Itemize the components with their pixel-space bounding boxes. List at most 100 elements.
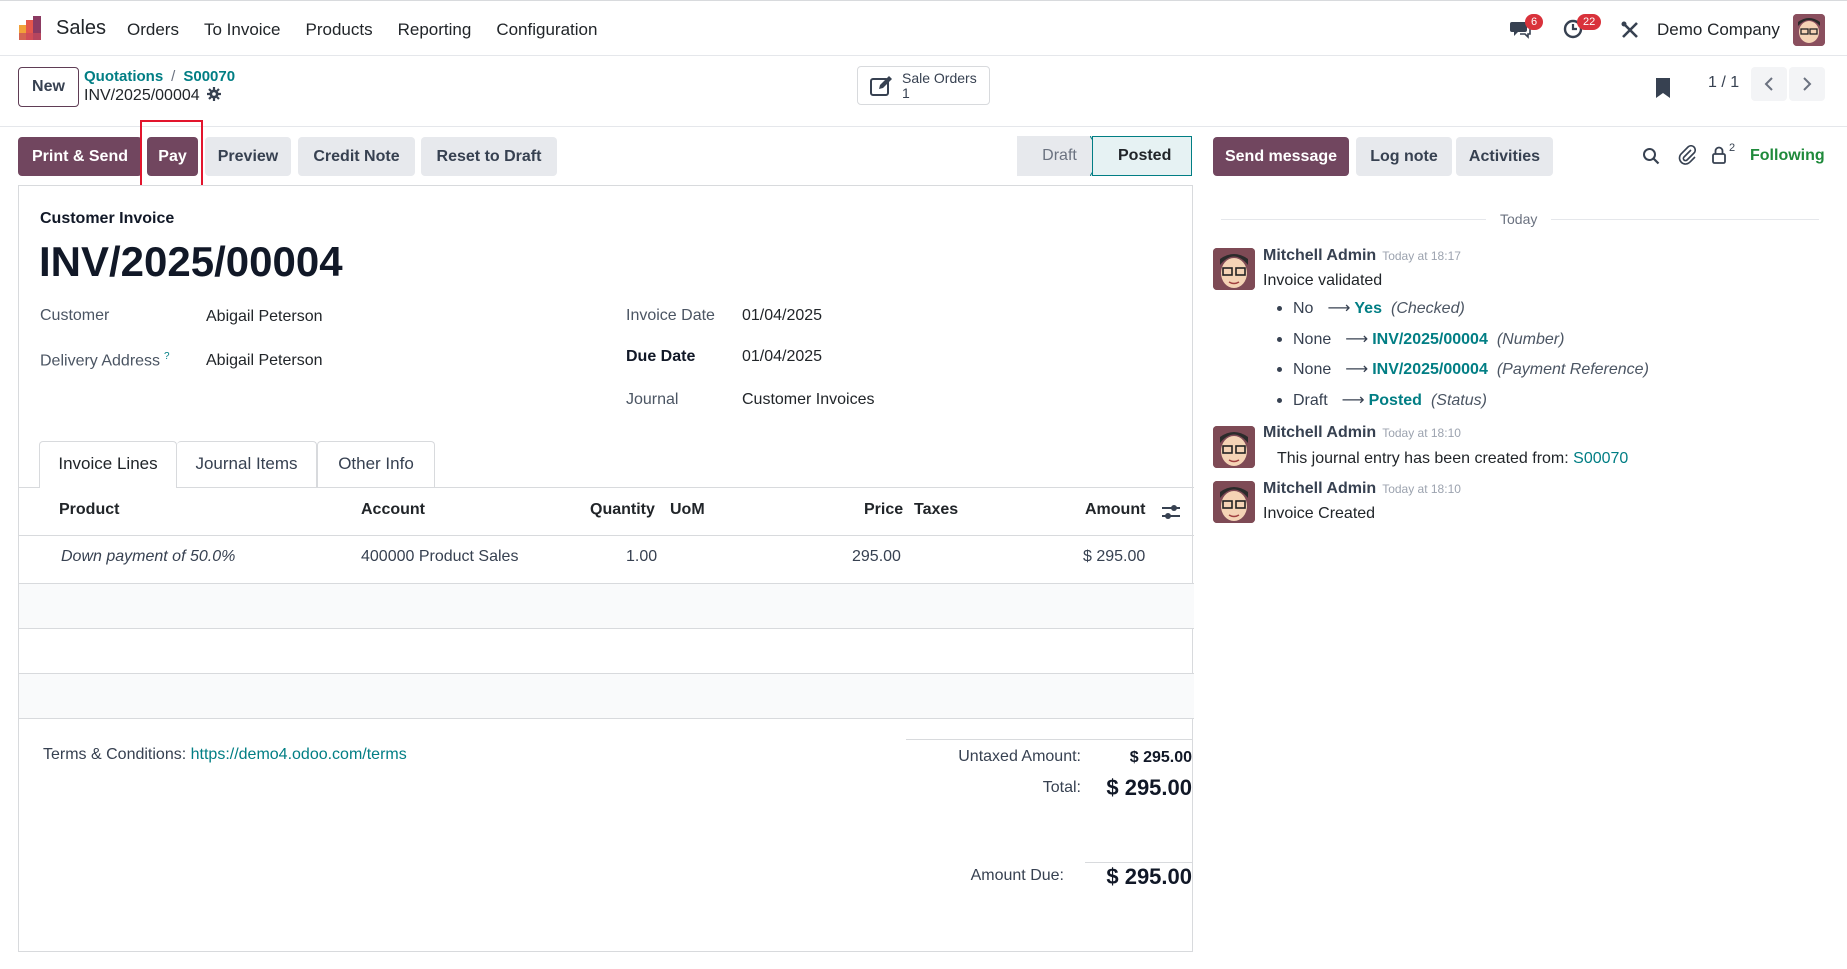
column-account[interactable]: Account xyxy=(361,501,425,519)
delivery-address-text: Delivery Address xyxy=(40,352,161,370)
log-note-button[interactable]: Log note xyxy=(1356,137,1452,176)
tracking-field: (Checked) xyxy=(1390,300,1465,317)
cell-account[interactable]: 400000 Product Sales xyxy=(361,548,518,566)
pager-previous[interactable] xyxy=(1751,67,1787,101)
breadcrumb-separator: / xyxy=(171,68,176,85)
top-navbar: Sales Orders To Invoice Products Reporti… xyxy=(0,0,1847,56)
arrow-right-icon: ⟶ xyxy=(1327,300,1351,317)
tracking-old: None xyxy=(1293,331,1332,348)
message-body: This journal entry has been created from… xyxy=(1277,450,1628,468)
help-tooltip-icon[interactable]: ? xyxy=(164,351,170,362)
date-divider-right xyxy=(1551,219,1819,220)
tracking-item: No ⟶ Yes (Checked) xyxy=(1277,298,1465,318)
journal-field[interactable]: Customer Invoices xyxy=(742,391,875,409)
message-body: Invoice Created xyxy=(1263,505,1376,522)
message-time: Today at 18:10 xyxy=(1382,426,1461,440)
bullet xyxy=(1277,337,1282,343)
preview-button[interactable]: Preview xyxy=(205,137,291,176)
app-name[interactable]: Sales xyxy=(56,17,106,40)
search-icon[interactable] xyxy=(1642,147,1660,165)
following-button[interactable]: Following xyxy=(1750,147,1825,165)
customer-field[interactable]: Abigail Peterson xyxy=(206,308,323,326)
menu-to-invoice[interactable]: To Invoice xyxy=(204,20,281,40)
menu-configuration[interactable]: Configuration xyxy=(496,20,597,40)
cell-price[interactable]: 295.00 xyxy=(852,548,901,566)
invoice-date-field[interactable]: 01/04/2025 xyxy=(742,307,822,325)
tab-journal-items[interactable]: Journal Items xyxy=(177,441,317,487)
pager-value[interactable]: 1 / 1 xyxy=(1708,74,1739,92)
empty-row xyxy=(19,584,1194,628)
author-name[interactable]: Mitchell Admin xyxy=(1263,424,1376,441)
column-product[interactable]: Product xyxy=(59,501,119,519)
message-author: Mitchell Admin Today at 18:10 xyxy=(1263,480,1461,498)
empty-row xyxy=(19,674,1194,718)
tracking-new: Posted xyxy=(1368,392,1422,409)
delivery-address-field[interactable]: Abigail Peterson xyxy=(206,352,323,370)
new-button[interactable]: New xyxy=(18,67,79,107)
sale-orders-smart-button[interactable]: Sale Orders 1 xyxy=(857,66,990,105)
bullet xyxy=(1277,367,1282,373)
tracking-item: None ⟶ INV/2025/00004 (Number) xyxy=(1277,329,1564,349)
row-divider xyxy=(19,628,1194,629)
avatar[interactable] xyxy=(1213,248,1255,290)
message-body: Invoice validated xyxy=(1263,272,1383,289)
company-switcher[interactable]: Demo Company xyxy=(1657,20,1780,40)
status-posted[interactable]: Posted xyxy=(1092,136,1192,176)
column-uom[interactable]: UoM xyxy=(670,501,705,519)
messages-badge: 6 xyxy=(1525,14,1544,30)
bullet xyxy=(1277,306,1282,312)
due-date-field[interactable]: 01/04/2025 xyxy=(742,348,822,366)
amount-due-value: $ 295.00 xyxy=(1106,864,1192,889)
avatar[interactable] xyxy=(1213,481,1255,523)
lock-icon[interactable] xyxy=(1712,146,1726,164)
menu-products[interactable]: Products xyxy=(306,20,373,40)
sales-app-icon[interactable] xyxy=(18,15,44,41)
bookmark-icon[interactable] xyxy=(1655,77,1673,99)
message-time: Today at 18:10 xyxy=(1382,482,1461,496)
reset-to-draft-button[interactable]: Reset to Draft xyxy=(421,137,557,176)
activities-button[interactable]: Activities xyxy=(1456,137,1553,176)
menu-orders[interactable]: Orders xyxy=(127,20,179,40)
column-quantity[interactable]: Quantity xyxy=(590,501,655,519)
print-send-button[interactable]: Print & Send xyxy=(18,137,142,176)
debug-tools-icon[interactable] xyxy=(1620,20,1640,40)
column-price[interactable]: Price xyxy=(864,501,903,519)
chevron-right-icon xyxy=(1803,77,1812,91)
journal-label: Journal xyxy=(626,391,679,408)
tab-invoice-lines[interactable]: Invoice Lines xyxy=(39,441,177,488)
untaxed-amount-value: $ 295.00 xyxy=(1129,749,1192,766)
due-date-label: Due Date xyxy=(626,348,696,365)
breadcrumb-quotations[interactable]: Quotations xyxy=(84,68,163,85)
invoice-date-label: Invoice Date xyxy=(626,307,715,324)
message-time: Today at 18:17 xyxy=(1382,249,1461,263)
record-name: INV/2025/00004 xyxy=(84,87,200,104)
send-message-button[interactable]: Send message xyxy=(1213,137,1349,176)
column-amount[interactable]: Amount xyxy=(1085,501,1145,519)
credit-note-button[interactable]: Credit Note xyxy=(298,137,415,176)
menu-reporting[interactable]: Reporting xyxy=(398,20,472,40)
tracking-field: (Status) xyxy=(1430,392,1487,409)
status-draft[interactable]: Draft xyxy=(1017,136,1092,176)
optional-columns-icon[interactable] xyxy=(1162,504,1180,520)
column-taxes[interactable]: Taxes xyxy=(914,501,958,519)
untaxed-amount-label: Untaxed Amount: xyxy=(958,748,1081,765)
breadcrumb-order[interactable]: S00070 xyxy=(183,68,235,85)
message-author: Mitchell Admin Today at 18:10 xyxy=(1263,424,1461,442)
gear-icon[interactable] xyxy=(207,87,222,101)
message-link[interactable]: S00070 xyxy=(1573,450,1628,467)
cell-amount[interactable]: $ 295.00 xyxy=(1083,548,1145,566)
cell-product[interactable]: Down payment of 50.0% xyxy=(61,548,235,566)
followers-count[interactable]: 2 xyxy=(1729,142,1735,154)
chevron-left-icon xyxy=(1764,77,1773,91)
tracking-item: None ⟶ INV/2025/00004 (Payment Reference) xyxy=(1277,359,1649,379)
user-avatar[interactable] xyxy=(1793,14,1825,46)
arrow-right-icon: ⟶ xyxy=(1341,392,1365,409)
tab-other-info[interactable]: Other Info xyxy=(317,441,435,487)
avatar[interactable] xyxy=(1213,426,1255,468)
pager-next[interactable] xyxy=(1789,67,1825,101)
paperclip-icon[interactable] xyxy=(1678,145,1696,165)
author-name[interactable]: Mitchell Admin xyxy=(1263,480,1376,497)
cell-quantity[interactable]: 1.00 xyxy=(626,548,657,566)
author-name[interactable]: Mitchell Admin xyxy=(1263,247,1376,264)
terms-link[interactable]: https://demo4.odoo.com/terms xyxy=(191,746,407,763)
